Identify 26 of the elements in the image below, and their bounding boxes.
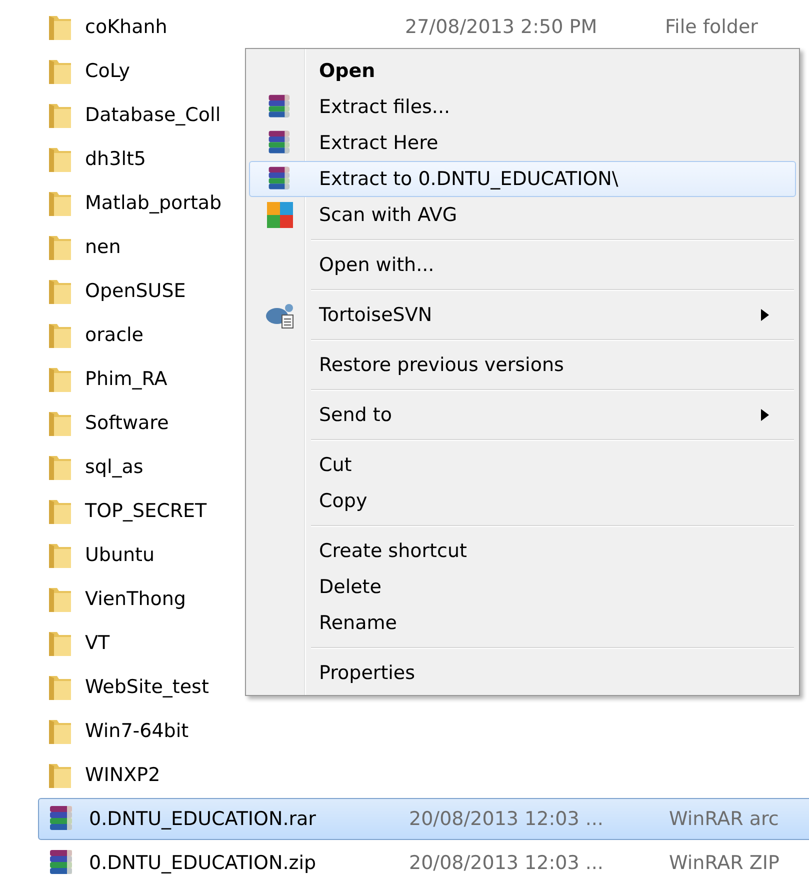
file-name: Ubuntu (85, 544, 155, 566)
file-name: Matlab_portab (85, 192, 222, 214)
file-name: sql_as (85, 456, 144, 478)
file-name: Software (85, 412, 169, 434)
file-name: oracle (85, 324, 144, 346)
file-name: Database_Coll (85, 104, 221, 126)
file-name: WebSite_test (85, 676, 209, 698)
file-date: 20/08/2013 12:03 ... (409, 852, 604, 874)
file-name: OpenSUSE (85, 280, 186, 302)
file-date: 20/08/2013 12:03 ... (409, 808, 604, 830)
file-name: coKhanh (85, 16, 168, 38)
file-date: 27/08/2013 2:50 PM (405, 16, 598, 38)
file-name: TOP_SECRET (85, 500, 207, 522)
file-type: WinRAR ZIP (669, 852, 780, 874)
file-name: 0.DNTU_EDUCATION.rar (89, 808, 316, 830)
file-type: WinRAR arc (669, 808, 780, 830)
file-name: dh3lt5 (85, 148, 146, 170)
file-type: File folder (665, 16, 759, 38)
file-name: VienThong (85, 588, 186, 610)
file-name: 0.DNTU_EDUCATION.zip (89, 852, 316, 874)
file-name: WINXP2 (85, 764, 160, 786)
file-name: Win7-64bit (85, 720, 189, 742)
file-name: nen (85, 236, 121, 258)
file-name: VT (85, 632, 110, 654)
file-name: CoLy (85, 60, 130, 82)
file-name: Phim_RA (85, 368, 168, 390)
